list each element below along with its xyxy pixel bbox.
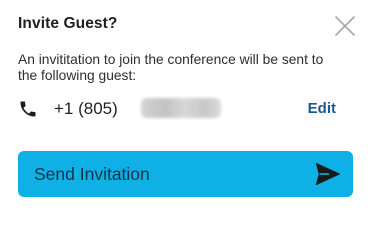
- dialog-message: An invititation to join the conference w…: [18, 52, 324, 83]
- edit-link[interactable]: Edit: [308, 100, 336, 117]
- send-invitation-label: Send Invitation: [34, 164, 150, 184]
- phone-icon: [18, 99, 38, 119]
- guest-phone-number: +1 (805): [54, 99, 118, 118]
- send-icon: [315, 162, 341, 186]
- close-icon: [335, 16, 355, 36]
- dialog-title: Invite Guest?: [18, 15, 118, 32]
- send-invitation-button[interactable]: Send Invitation: [18, 151, 353, 197]
- close-button[interactable]: [333, 14, 357, 38]
- redacted-phone-digits: [141, 98, 221, 118]
- invite-guest-dialog: Invite Guest? An invititation to join th…: [0, 0, 372, 220]
- guest-phone-row: +1 (805) Edit: [18, 95, 338, 123]
